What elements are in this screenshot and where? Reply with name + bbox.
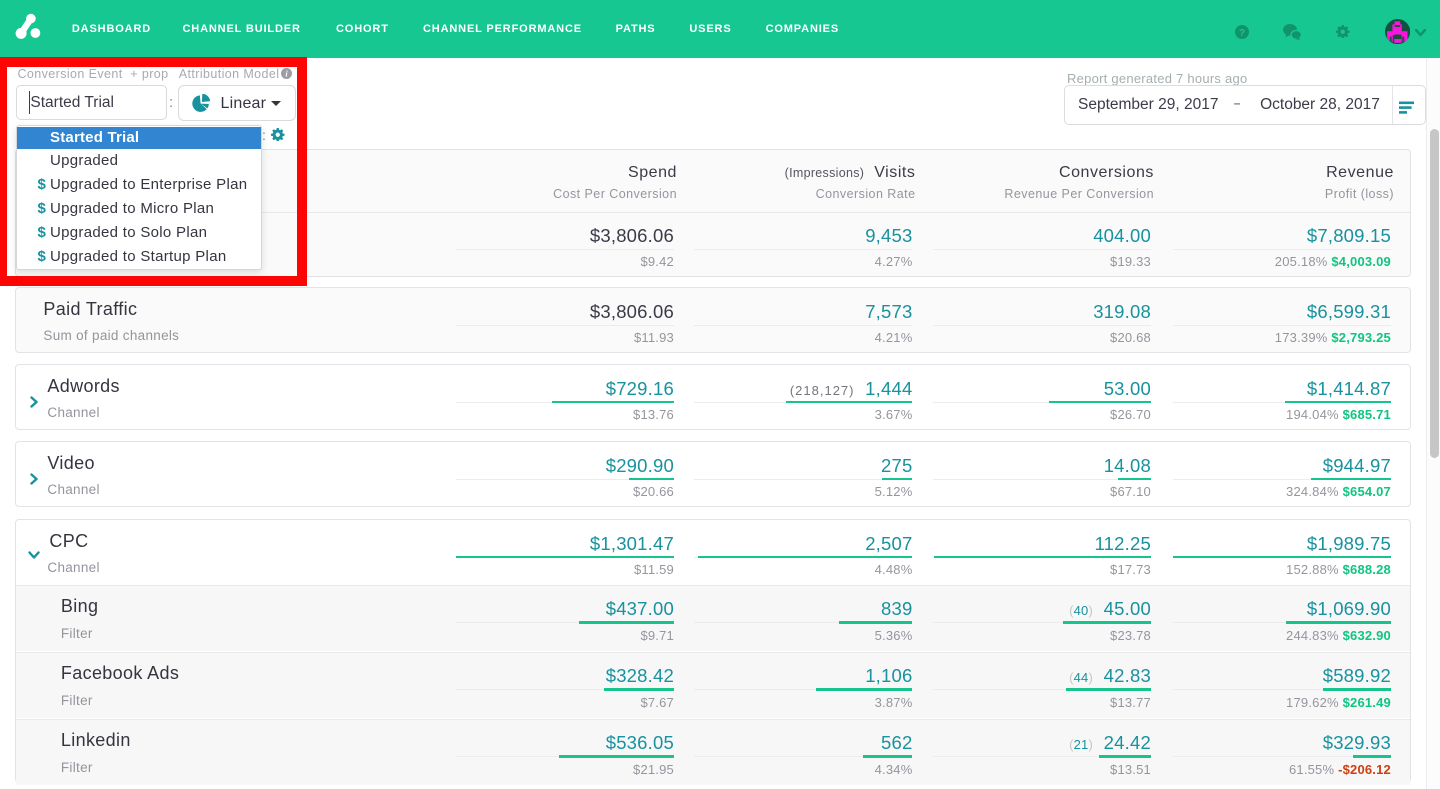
svg-text:?: ? <box>1239 27 1245 38</box>
